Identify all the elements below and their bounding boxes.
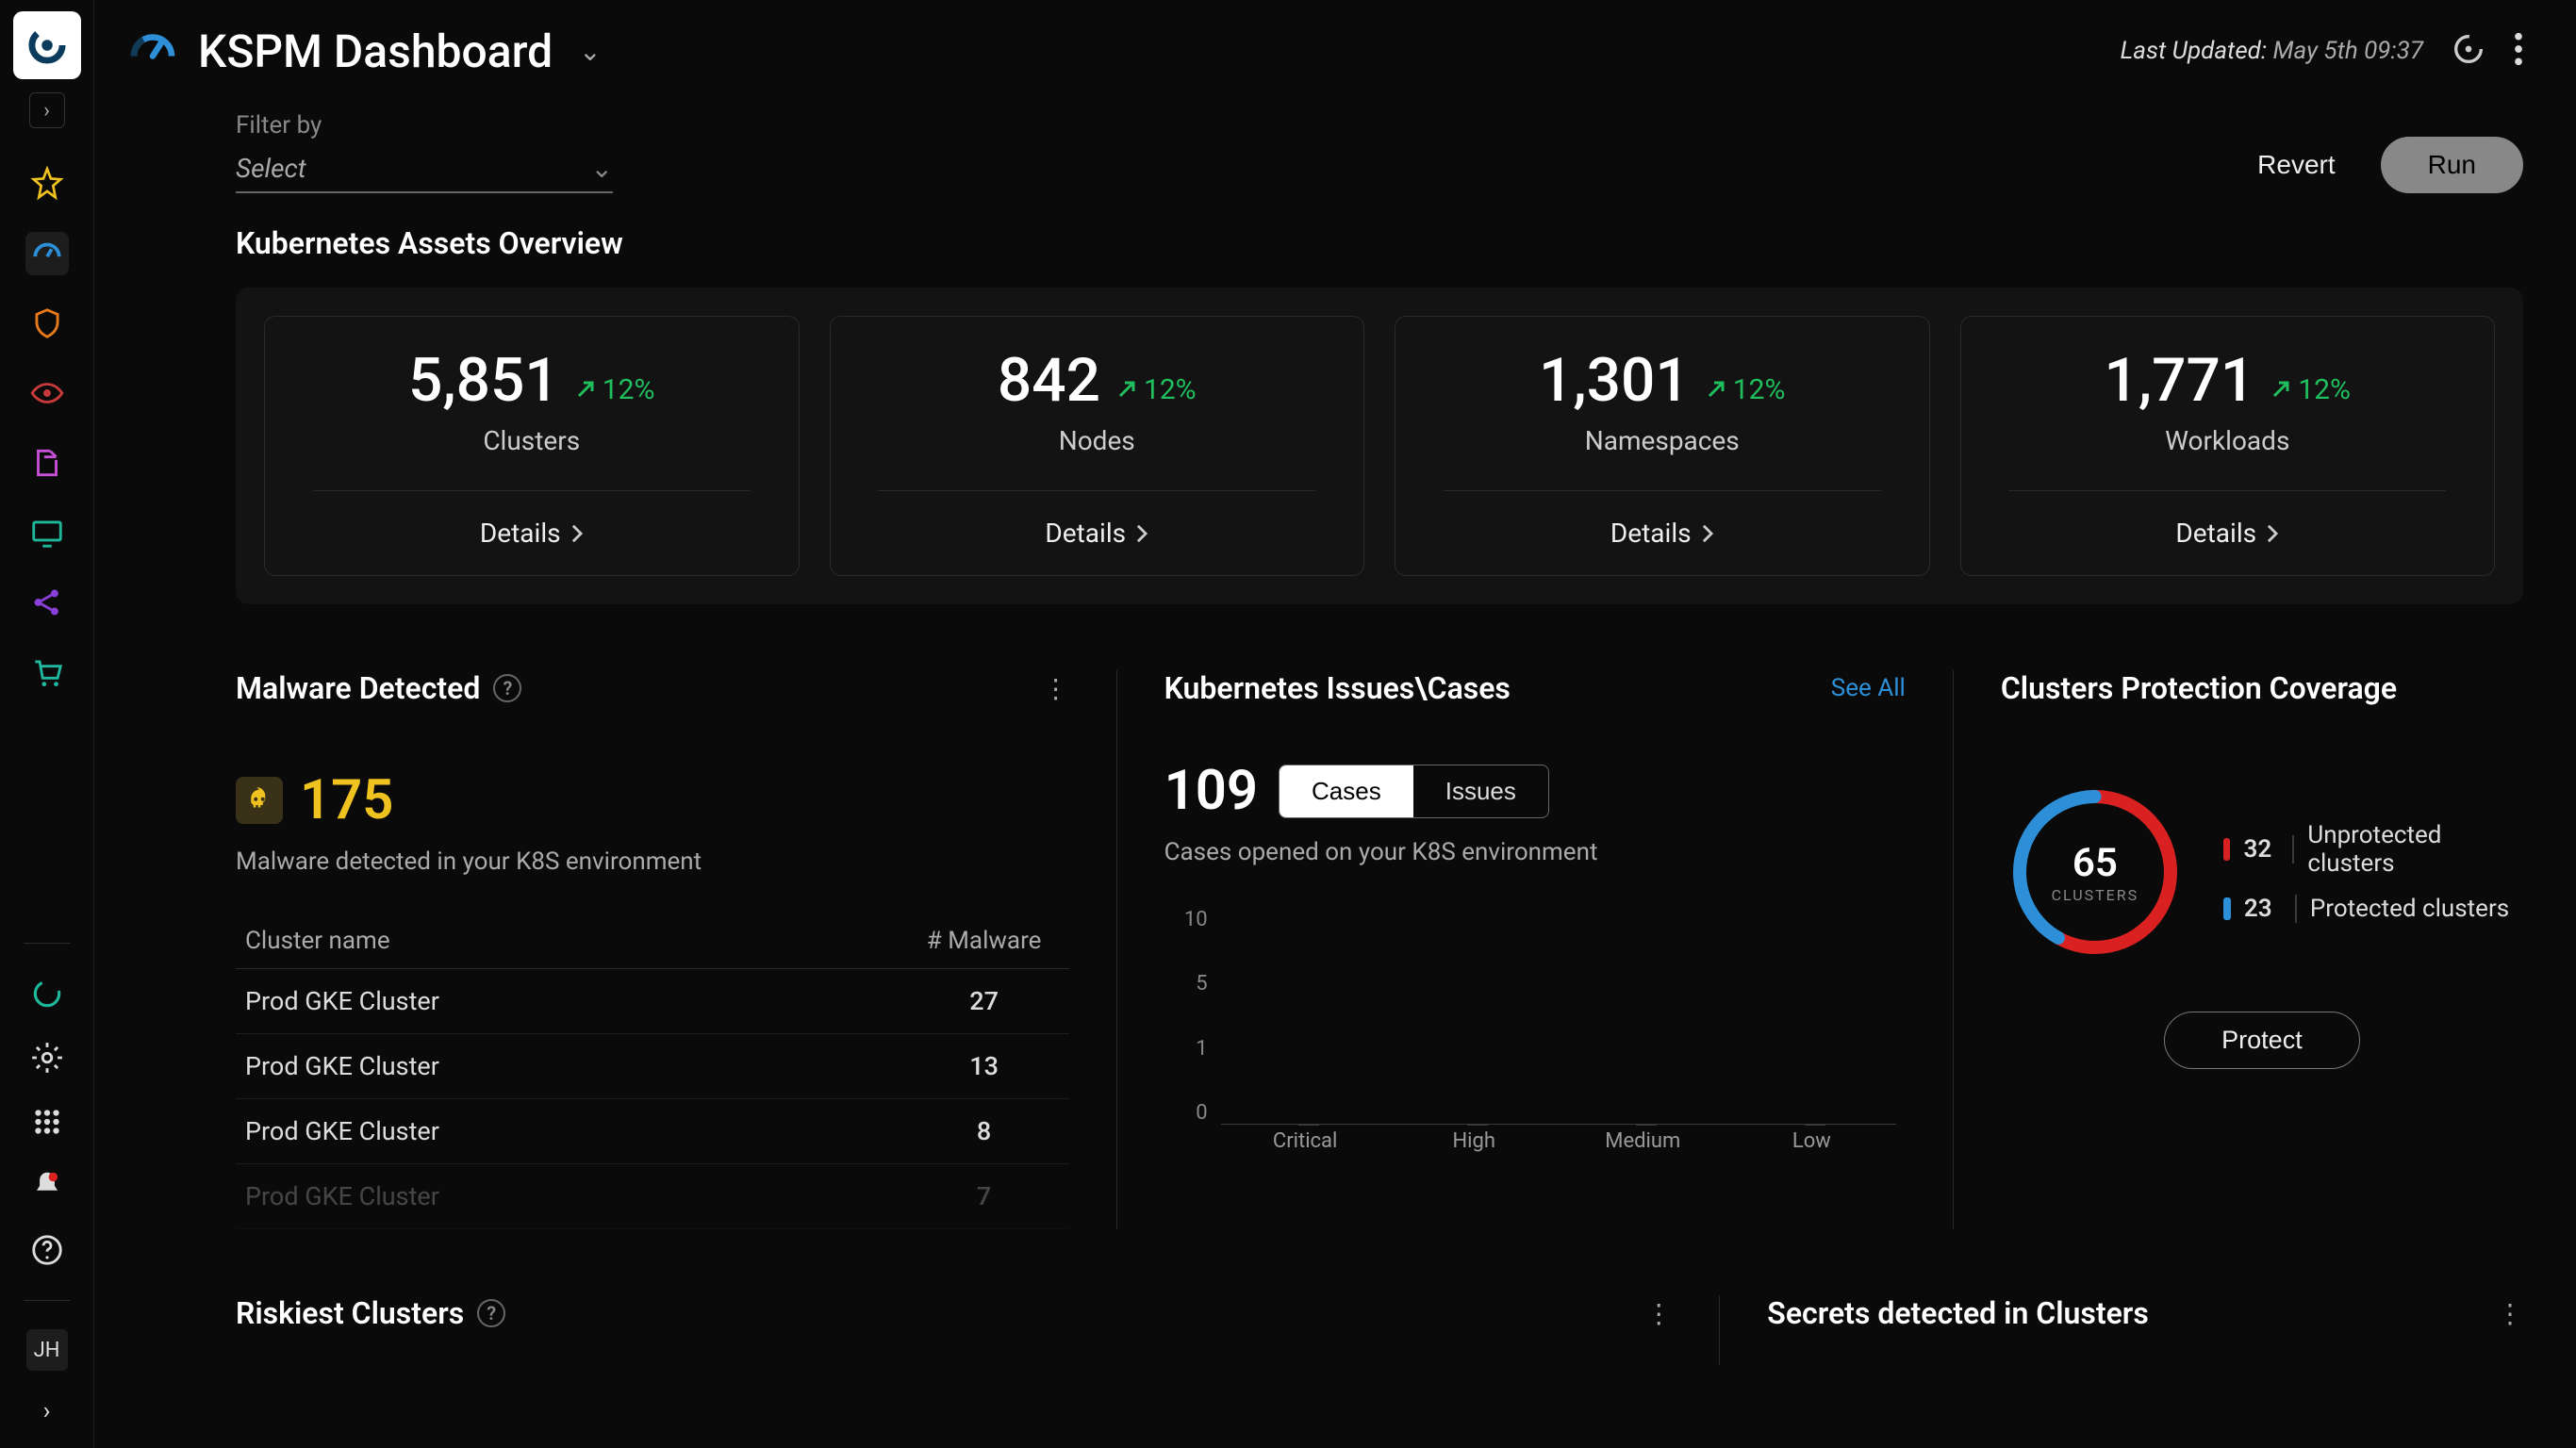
stat-card: 1,301 12% Namespaces Details [1395,316,1930,576]
last-updated: Last Updated: May 5th 09:37 [2121,37,2423,65]
stat-label: Namespaces [1585,425,1740,456]
filter-label: Filter by [236,111,613,140]
overview-section: Kubernetes Assets Overview 5,851 12% Clu… [94,216,2576,604]
table-row[interactable]: Prod GKE Cluster7 [236,1164,1069,1229]
nav-share-icon[interactable] [25,581,69,624]
coverage-total: 65 [2072,840,2118,886]
chevron-down-icon: ⌄ [591,153,613,184]
stat-card: 5,851 12% Clusters Details [264,316,800,576]
sidebar: › JH › [0,0,94,1448]
overview-title: Kubernetes Assets Overview [236,225,2523,261]
page-title: KSPM Dashboard [198,25,553,78]
trend-up-icon: 12% [2270,373,2351,406]
nav-settings-icon[interactable] [25,1036,69,1079]
details-link[interactable]: Details [2175,491,2279,575]
nav-shield-icon[interactable] [25,302,69,345]
nav-eye-icon[interactable] [25,371,69,415]
toggle-cases[interactable]: Cases [1280,765,1413,817]
info-icon[interactable]: ? [493,674,521,702]
gauge-icon [124,21,181,81]
coverage-total-label: CLUSTERS [2052,886,2138,904]
chevron-down-icon[interactable]: ⌄ [579,36,601,67]
filter-select[interactable]: Select ⌄ [236,145,613,193]
secrets-panel: Secrets detected in Clusters ⋮ [1720,1295,2523,1365]
details-link[interactable]: Details [480,491,584,575]
table-header-name: Cluster name [236,927,900,955]
table-header-count: # Malware [900,927,1069,955]
table-row[interactable]: Prod GKE Cluster8 [236,1099,1069,1164]
user-avatar[interactable]: JH [26,1329,68,1371]
toggle-issues[interactable]: Issues [1413,765,1548,817]
table-row[interactable]: Prod GKE Cluster27 [236,969,1069,1034]
trend-up-icon: 12% [1115,373,1197,406]
issues-panel: Kubernetes Issues\Cases See All 109 Case… [1117,670,1954,1229]
malware-table: Cluster name # Malware Prod GKE Cluster2… [236,913,1069,1229]
trend-up-icon: 12% [1705,373,1786,406]
filter-bar: Filter by Select ⌄ Revert Run [94,102,2576,216]
nav-apps-icon[interactable] [25,1100,69,1144]
stat-value: 842 [998,345,1100,416]
issues-title: Kubernetes Issues\Cases [1164,670,1511,706]
stat-value: 1,771 [2104,345,2254,416]
details-link[interactable]: Details [1045,491,1148,575]
coverage-donut: 65 CLUSTERS [2001,778,2189,966]
main-content: KSPM Dashboard ⌄ Last Updated: May 5th 0… [94,0,2576,1448]
malware-subtitle: Malware detected in your K8S environment [236,847,1069,876]
more-menu-icon[interactable]: ⋮ [2497,1298,2523,1329]
nav-favorites-icon[interactable] [25,162,69,206]
stat-card: 842 12% Nodes Details [830,316,1365,576]
sidebar-collapse-icon[interactable]: › [43,1397,51,1425]
table-row[interactable]: Prod GKE Cluster13 [236,1034,1069,1099]
legend-unprotected: 32 Unprotected clusters [2223,821,2523,878]
see-all-link[interactable]: See All [1831,674,1906,702]
malware-panel: Malware Detected ? ⋮ 175 Malware detecte… [236,670,1117,1229]
skull-icon [236,777,283,824]
more-menu-icon[interactable]: ⋮ [1645,1298,1672,1329]
details-link[interactable]: Details [1610,491,1714,575]
malware-count: 175 [300,768,393,832]
more-menu-icon[interactable]: ⋮ [1043,673,1069,704]
more-menu-icon[interactable] [2514,30,2523,72]
secrets-title: Secrets detected in Clusters [1767,1295,2148,1331]
app-logo[interactable] [13,11,81,79]
sidebar-divider [24,943,71,944]
cases-issues-toggle: Cases Issues [1279,765,1549,818]
stat-label: Nodes [1059,425,1135,456]
issues-subtitle: Cases opened on your K8S environment [1164,838,1906,866]
nav-monitor-icon[interactable] [25,511,69,554]
coverage-title: Clusters Protection Coverage [2001,670,2397,706]
trend-up-icon: 12% [574,373,655,406]
topbar: KSPM Dashboard ⌄ Last Updated: May 5th 0… [94,0,2576,102]
malware-title: Malware Detected [236,670,480,706]
run-button[interactable]: Run [2381,137,2523,193]
nav-refresh-icon[interactable] [25,972,69,1015]
info-icon[interactable]: ? [477,1299,505,1327]
nav-notifications-icon[interactable] [25,1164,69,1208]
stat-value: 1,301 [1539,345,1690,416]
sidebar-expand-button[interactable]: › [29,92,65,128]
nav-cart-icon[interactable] [25,650,69,694]
riskiest-panel: Riskiest Clusters ? ⋮ [236,1295,1720,1365]
riskiest-title: Riskiest Clusters [236,1295,464,1331]
issues-count: 109 [1164,759,1258,823]
refresh-icon[interactable] [2450,30,2487,72]
protect-button[interactable]: Protect [2164,1012,2360,1069]
nav-export-icon[interactable] [25,441,69,485]
stat-value: 5,851 [408,345,559,416]
stat-label: Workloads [2165,425,2289,456]
nav-dashboard-icon[interactable] [25,232,69,275]
coverage-panel: Clusters Protection Coverage 65 CLUSTERS [1954,670,2523,1229]
revert-button[interactable]: Revert [2238,139,2353,191]
issues-chart: 10510 CriticalHighMediumLow [1164,908,1906,1153]
legend-protected: 23 Protected clusters [2223,895,2523,923]
stat-label: Clusters [483,425,580,456]
stat-card: 1,771 12% Workloads Details [1960,316,2496,576]
sidebar-divider [24,1300,71,1301]
nav-help-icon[interactable] [25,1228,69,1272]
